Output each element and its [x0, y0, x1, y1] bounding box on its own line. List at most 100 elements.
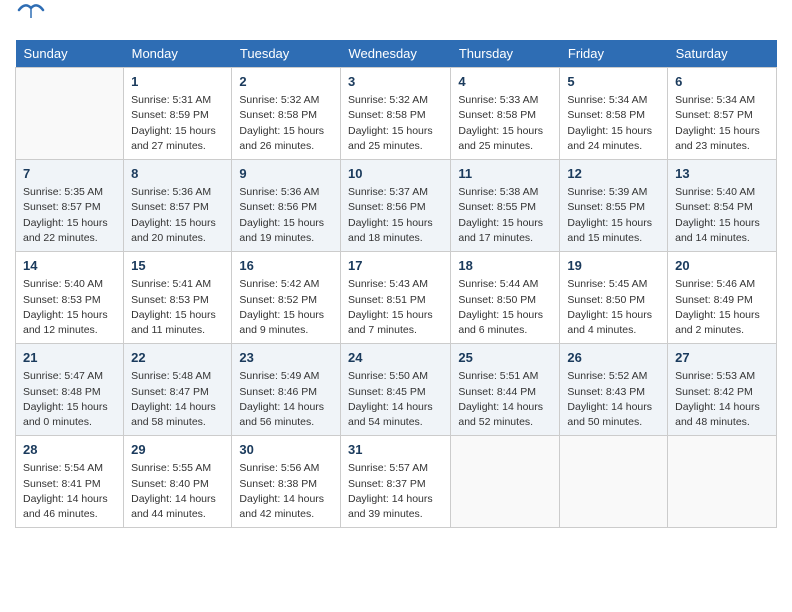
- calendar-day-cell: 23 Sunrise: 5:49 AM Sunset: 8:46 PM Dayli…: [232, 344, 341, 436]
- day-info-text: Sunrise: 5:47 AM Sunset: 8:48 PM Dayligh…: [23, 369, 116, 430]
- calendar-day-cell: 24 Sunrise: 5:50 AM Sunset: 8:45 PM Dayli…: [341, 344, 451, 436]
- col-header-saturday: Saturday: [668, 40, 777, 68]
- day-info-text: Sunrise: 5:40 AM Sunset: 8:53 PM Dayligh…: [23, 277, 116, 338]
- day-info-text: Sunrise: 5:31 AM Sunset: 8:59 PM Dayligh…: [131, 93, 224, 154]
- day-number: 13: [675, 165, 769, 183]
- calendar-day-cell: 25 Sunrise: 5:51 AM Sunset: 8:44 PM Dayli…: [451, 344, 560, 436]
- day-number: 4: [458, 73, 552, 91]
- calendar-day-cell: 28Sunrise: 5:54 AM Sunset: 8:41 PM Dayli…: [16, 436, 124, 528]
- day-number: 15: [131, 257, 224, 275]
- calendar-day-cell: 19 Sunrise: 5:45 AM Sunset: 8:50 PM Dayli…: [560, 252, 668, 344]
- calendar-day-cell: 6 Sunrise: 5:34 AM Sunset: 8:57 PM Daylig…: [668, 68, 777, 160]
- day-info-text: Sunrise: 5:41 AM Sunset: 8:53 PM Dayligh…: [131, 277, 224, 338]
- day-info-text: Sunrise: 5:36 AM Sunset: 8:56 PM Dayligh…: [239, 185, 333, 246]
- day-number: 10: [348, 165, 443, 183]
- day-info-text: Sunrise: 5:50 AM Sunset: 8:45 PM Dayligh…: [348, 369, 443, 430]
- day-info-text: Sunrise: 5:37 AM Sunset: 8:56 PM Dayligh…: [348, 185, 443, 246]
- col-header-friday: Friday: [560, 40, 668, 68]
- day-info-text: Sunrise: 5:33 AM Sunset: 8:58 PM Dayligh…: [458, 93, 552, 154]
- calendar-day-cell: 21 Sunrise: 5:47 AM Sunset: 8:48 PM Dayli…: [16, 344, 124, 436]
- calendar-day-cell: 8Sunrise: 5:36 AM Sunset: 8:57 PM Daylig…: [124, 160, 232, 252]
- day-info-text: Sunrise: 5:39 AM Sunset: 8:55 PM Dayligh…: [567, 185, 660, 246]
- day-info-text: Sunrise: 5:49 AM Sunset: 8:46 PM Dayligh…: [239, 369, 333, 430]
- calendar-day-cell: 7 Sunrise: 5:35 AM Sunset: 8:57 PM Daylig…: [16, 160, 124, 252]
- empty-day-cell: [668, 436, 777, 528]
- day-info-text: Sunrise: 5:56 AM Sunset: 8:38 PM Dayligh…: [239, 461, 333, 522]
- day-number: 26: [567, 349, 660, 367]
- day-info-text: Sunrise: 5:51 AM Sunset: 8:44 PM Dayligh…: [458, 369, 552, 430]
- logo: [15, 10, 45, 32]
- calendar-day-cell: 29 Sunrise: 5:55 AM Sunset: 8:40 PM Dayli…: [124, 436, 232, 528]
- calendar-day-cell: 15 Sunrise: 5:41 AM Sunset: 8:53 PM Dayli…: [124, 252, 232, 344]
- calendar-day-cell: 9Sunrise: 5:36 AM Sunset: 8:56 PM Daylig…: [232, 160, 341, 252]
- calendar-week-row: 21 Sunrise: 5:47 AM Sunset: 8:48 PM Dayli…: [16, 344, 777, 436]
- calendar-day-cell: 14 Sunrise: 5:40 AM Sunset: 8:53 PM Dayli…: [16, 252, 124, 344]
- col-header-thursday: Thursday: [451, 40, 560, 68]
- calendar-day-cell: 4 Sunrise: 5:33 AM Sunset: 8:58 PM Daylig…: [451, 68, 560, 160]
- calendar-week-row: 1 Sunrise: 5:31 AM Sunset: 8:59 PM Daylig…: [16, 68, 777, 160]
- day-number: 5: [567, 73, 660, 91]
- day-number: 18: [458, 257, 552, 275]
- day-number: 25: [458, 349, 552, 367]
- day-number: 6: [675, 73, 769, 91]
- day-info-text: Sunrise: 5:36 AM Sunset: 8:57 PM Dayligh…: [131, 185, 224, 246]
- col-header-wednesday: Wednesday: [341, 40, 451, 68]
- col-header-monday: Monday: [124, 40, 232, 68]
- day-number: 2: [239, 73, 333, 91]
- calendar-table: SundayMondayTuesdayWednesdayThursdayFrid…: [15, 40, 777, 528]
- calendar-day-cell: 18Sunrise: 5:44 AM Sunset: 8:50 PM Dayli…: [451, 252, 560, 344]
- calendar-week-row: 7 Sunrise: 5:35 AM Sunset: 8:57 PM Daylig…: [16, 160, 777, 252]
- day-info-text: Sunrise: 5:38 AM Sunset: 8:55 PM Dayligh…: [458, 185, 552, 246]
- day-info-text: Sunrise: 5:54 AM Sunset: 8:41 PM Dayligh…: [23, 461, 116, 522]
- day-info-text: Sunrise: 5:40 AM Sunset: 8:54 PM Dayligh…: [675, 185, 769, 246]
- day-number: 16: [239, 257, 333, 275]
- calendar-day-cell: 31 Sunrise: 5:57 AM Sunset: 8:37 PM Dayli…: [341, 436, 451, 528]
- day-number: 31: [348, 441, 443, 459]
- day-info-text: Sunrise: 5:48 AM Sunset: 8:47 PM Dayligh…: [131, 369, 224, 430]
- calendar-day-cell: 13 Sunrise: 5:40 AM Sunset: 8:54 PM Dayli…: [668, 160, 777, 252]
- calendar-day-cell: 20 Sunrise: 5:46 AM Sunset: 8:49 PM Dayli…: [668, 252, 777, 344]
- day-info-text: Sunrise: 5:57 AM Sunset: 8:37 PM Dayligh…: [348, 461, 443, 522]
- day-number: 1: [131, 73, 224, 91]
- day-info-text: Sunrise: 5:55 AM Sunset: 8:40 PM Dayligh…: [131, 461, 224, 522]
- day-info-text: Sunrise: 5:46 AM Sunset: 8:49 PM Dayligh…: [675, 277, 769, 338]
- day-number: 3: [348, 73, 443, 91]
- day-info-text: Sunrise: 5:35 AM Sunset: 8:57 PM Dayligh…: [23, 185, 116, 246]
- calendar-day-cell: 12 Sunrise: 5:39 AM Sunset: 8:55 PM Dayli…: [560, 160, 668, 252]
- day-number: 29: [131, 441, 224, 459]
- day-number: 30: [239, 441, 333, 459]
- day-number: 19: [567, 257, 660, 275]
- day-number: 24: [348, 349, 443, 367]
- day-info-text: Sunrise: 5:53 AM Sunset: 8:42 PM Dayligh…: [675, 369, 769, 430]
- calendar-day-cell: 1 Sunrise: 5:31 AM Sunset: 8:59 PM Daylig…: [124, 68, 232, 160]
- day-number: 7: [23, 165, 116, 183]
- day-info-text: Sunrise: 5:34 AM Sunset: 8:58 PM Dayligh…: [567, 93, 660, 154]
- page-header: [15, 10, 777, 32]
- calendar-day-cell: 5 Sunrise: 5:34 AM Sunset: 8:58 PM Daylig…: [560, 68, 668, 160]
- calendar-day-cell: 16 Sunrise: 5:42 AM Sunset: 8:52 PM Dayli…: [232, 252, 341, 344]
- empty-day-cell: [16, 68, 124, 160]
- day-info-text: Sunrise: 5:32 AM Sunset: 8:58 PM Dayligh…: [239, 93, 333, 154]
- day-number: 20: [675, 257, 769, 275]
- calendar-day-cell: 3Sunrise: 5:32 AM Sunset: 8:58 PM Daylig…: [341, 68, 451, 160]
- logo-bird-icon: [17, 0, 45, 22]
- day-number: 27: [675, 349, 769, 367]
- day-number: 12: [567, 165, 660, 183]
- calendar-day-cell: 30 Sunrise: 5:56 AM Sunset: 8:38 PM Dayli…: [232, 436, 341, 528]
- calendar-day-cell: 10 Sunrise: 5:37 AM Sunset: 8:56 PM Dayli…: [341, 160, 451, 252]
- col-header-tuesday: Tuesday: [232, 40, 341, 68]
- day-info-text: Sunrise: 5:45 AM Sunset: 8:50 PM Dayligh…: [567, 277, 660, 338]
- day-info-text: Sunrise: 5:34 AM Sunset: 8:57 PM Dayligh…: [675, 93, 769, 154]
- day-info-text: Sunrise: 5:52 AM Sunset: 8:43 PM Dayligh…: [567, 369, 660, 430]
- calendar-day-cell: 11Sunrise: 5:38 AM Sunset: 8:55 PM Dayli…: [451, 160, 560, 252]
- calendar-week-row: 14 Sunrise: 5:40 AM Sunset: 8:53 PM Dayli…: [16, 252, 777, 344]
- calendar-day-cell: 26 Sunrise: 5:52 AM Sunset: 8:43 PM Dayli…: [560, 344, 668, 436]
- day-info-text: Sunrise: 5:42 AM Sunset: 8:52 PM Dayligh…: [239, 277, 333, 338]
- day-number: 23: [239, 349, 333, 367]
- day-number: 14: [23, 257, 116, 275]
- empty-day-cell: [451, 436, 560, 528]
- day-number: 21: [23, 349, 116, 367]
- calendar-week-row: 28Sunrise: 5:54 AM Sunset: 8:41 PM Dayli…: [16, 436, 777, 528]
- calendar-day-cell: 2 Sunrise: 5:32 AM Sunset: 8:58 PM Daylig…: [232, 68, 341, 160]
- day-info-text: Sunrise: 5:43 AM Sunset: 8:51 PM Dayligh…: [348, 277, 443, 338]
